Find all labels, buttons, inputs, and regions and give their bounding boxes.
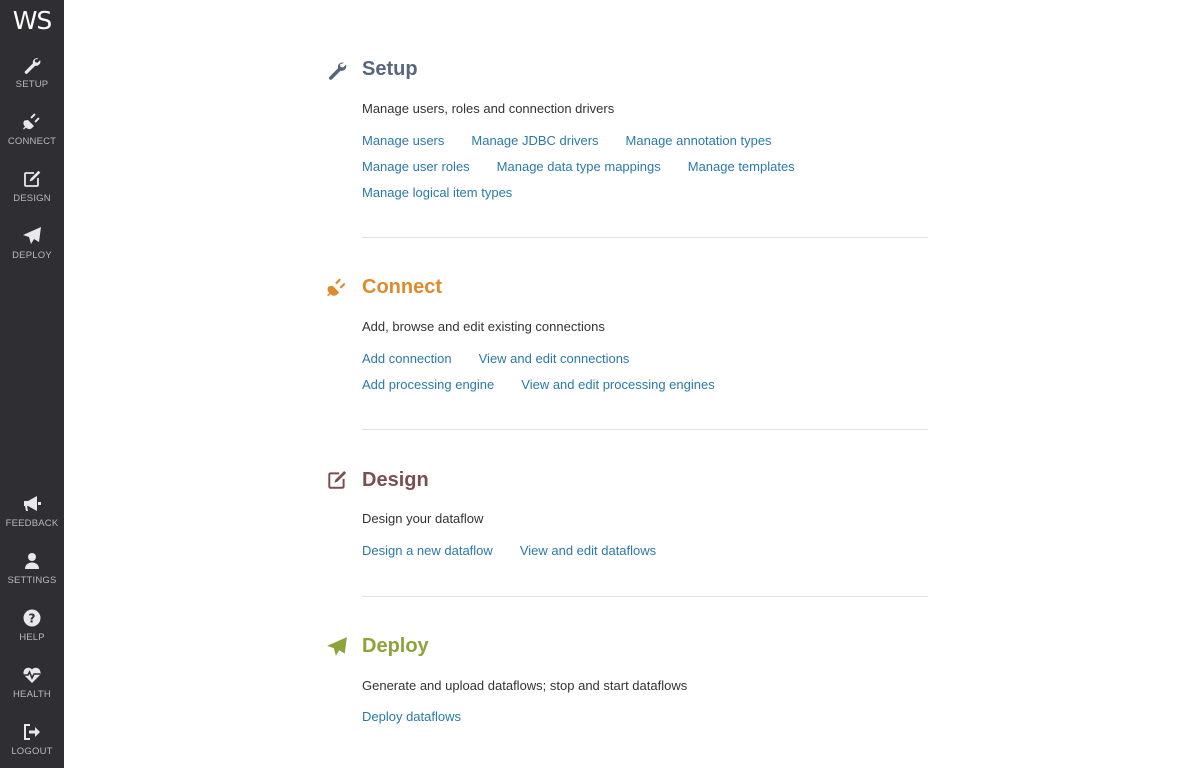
connect-links-row-1: Add connection View and edit connections — [362, 350, 656, 368]
section-design-title: Design — [362, 469, 429, 491]
sidebar: WS SETUP CONNECT DESIGN DEPLOY FEEDBACK … — [0, 0, 64, 768]
divider — [362, 596, 928, 597]
nav-feedback-label: FEEDBACK — [5, 518, 59, 529]
connect-links-row-2: Add processing engine View and edit proce… — [362, 376, 742, 394]
deploy-links-row-1: Deploy dataflows — [362, 708, 488, 726]
sign-out-icon — [24, 724, 40, 740]
section-connect-title: Connect — [362, 276, 442, 298]
nav-settings-label: SETTINGS — [7, 575, 57, 586]
section-setup-title: Setup — [362, 58, 418, 80]
nav-design-label: DESIGN — [13, 193, 51, 204]
setup-links-row-2: Manage user roles Manage data type mappin… — [362, 158, 822, 176]
section-deploy-title: Deploy — [362, 635, 429, 657]
paper-plane-icon — [23, 227, 41, 244]
divider — [362, 237, 928, 238]
link-add-processing-engine[interactable]: Add processing engine — [362, 377, 494, 392]
link-deploy-dataflows[interactable]: Deploy dataflows — [362, 709, 461, 724]
nav-logout[interactable]: LOGOUT — [0, 722, 64, 772]
nav-deploy-label: DEPLOY — [12, 250, 52, 261]
link-design-new-dataflow[interactable]: Design a new dataflow — [362, 543, 493, 558]
wrench-icon — [24, 58, 41, 74]
setup-links-row-1: Manage users Manage JDBC drivers Manage an… — [362, 132, 799, 150]
heartbeat-icon — [23, 667, 41, 683]
paper-plane-icon — [327, 637, 347, 656]
link-add-connection[interactable]: Add connection — [362, 351, 452, 366]
nav-health-label: HEALTH — [13, 689, 51, 700]
link-manage-users[interactable]: Manage users — [362, 133, 444, 148]
link-manage-templates[interactable]: Manage templates — [688, 159, 795, 174]
svg-text:?: ? — [29, 612, 36, 626]
nav-logout-label: LOGOUT — [11, 746, 53, 757]
nav-deploy[interactable]: DEPLOY — [0, 226, 64, 276]
design-links-row-1: Design a new dataflow View and edit dataf… — [362, 542, 683, 560]
setup-links-row-3: Manage logical item types — [362, 184, 539, 202]
nav-health[interactable]: HEALTH — [0, 665, 64, 715]
nav-help[interactable]: ? HELP — [0, 608, 64, 658]
logo: WS — [12, 6, 53, 35]
plug-icon — [23, 113, 40, 130]
link-manage-annotation-types[interactable]: Manage annotation types — [626, 133, 772, 148]
question-circle-icon: ? — [23, 609, 41, 627]
section-deploy-description: Generate and upload dataflows; stop and … — [362, 678, 688, 693]
link-manage-jdbc-drivers[interactable]: Manage JDBC drivers — [471, 133, 598, 148]
link-view-edit-dataflows[interactable]: View and edit dataflows — [520, 543, 656, 558]
megaphone-icon — [24, 496, 41, 511]
plug-icon — [327, 278, 346, 297]
main-content: Setup Manage users, roles and connection… — [64, 0, 1190, 768]
edit-icon — [328, 470, 347, 489]
link-manage-logical-item-types[interactable]: Manage logical item types — [362, 185, 512, 200]
link-view-edit-processing-engines[interactable]: View and edit processing engines — [521, 377, 714, 392]
nav-setup[interactable]: SETUP — [0, 55, 64, 105]
nav-connect-label: CONNECT — [7, 136, 57, 147]
nav-settings[interactable]: SETTINGS — [0, 551, 64, 601]
link-view-edit-connections[interactable]: View and edit connections — [479, 351, 630, 366]
section-setup-description: Manage users, roles and connection drive… — [362, 101, 615, 116]
wrench-icon — [328, 62, 347, 80]
divider — [362, 429, 928, 430]
user-icon — [25, 553, 39, 569]
nav-feedback[interactable]: FEEDBACK — [0, 494, 64, 544]
nav-design[interactable]: DESIGN — [0, 169, 64, 219]
nav-connect[interactable]: CONNECT — [0, 112, 64, 162]
edit-icon — [24, 170, 41, 187]
section-design-description: Design your dataflow — [362, 511, 484, 526]
nav-help-label: HELP — [19, 632, 45, 643]
link-manage-user-roles[interactable]: Manage user roles — [362, 159, 470, 174]
link-manage-data-type-mappings[interactable]: Manage data type mappings — [497, 159, 661, 174]
section-connect-description: Add, browse and edit existing connection… — [362, 319, 605, 334]
nav-setup-label: SETUP — [15, 79, 49, 90]
